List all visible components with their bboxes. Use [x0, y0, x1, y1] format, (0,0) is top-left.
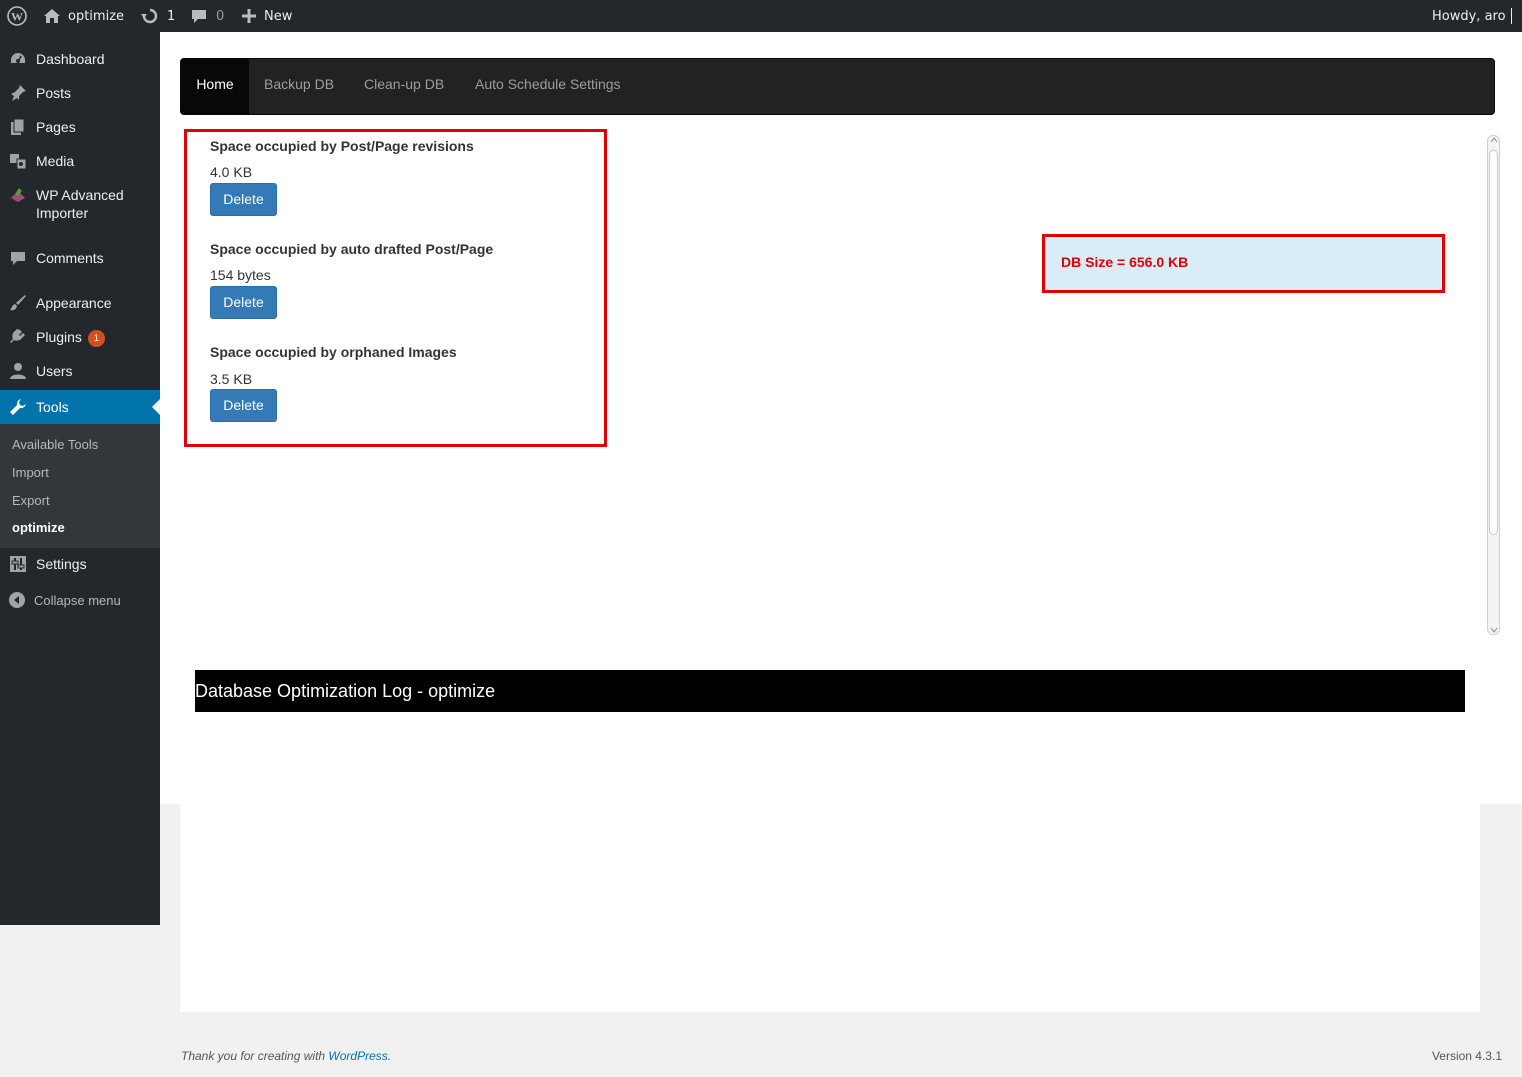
scroll-up-icon [1490, 137, 1498, 143]
wordpress-link[interactable]: WordPress [328, 1049, 387, 1063]
sidebar-item-appearance[interactable]: Appearance [0, 294, 160, 316]
orphaned-images-size: 3.5 KB [210, 371, 253, 387]
delete-orphaned-images-button[interactable]: Delete [210, 389, 277, 422]
wrench-icon [10, 399, 26, 415]
optimization-log-title: Database Optimization Log - optimize [195, 670, 1465, 712]
avatar [1510, 8, 1512, 24]
sidebar-item-label: Pages [36, 119, 76, 135]
site-name: optimize [68, 8, 125, 24]
sidebar-item-label: Comments [36, 250, 104, 266]
admin-bar: W optimize 1 0 New Howdy, aro [0, 0, 1522, 32]
media-icon [10, 154, 27, 170]
sidebar-item-label: Media [36, 153, 75, 169]
pin-icon [11, 85, 26, 101]
pages-icon [11, 118, 25, 135]
sidebar-item-label: Settings [36, 556, 87, 572]
dashboard-icon [11, 53, 25, 63]
submenu-available-tools[interactable]: Available Tools [12, 437, 98, 452]
sidebar-item-settings[interactable]: Settings [0, 555, 160, 577]
scrollbar-thumb[interactable] [1489, 150, 1498, 535]
sidebar-item-wp-advanced-importer[interactable]: WP Advanced Importer [0, 186, 160, 226]
sidebar-item-label: Tools [36, 399, 69, 415]
updates-icon [141, 8, 158, 24]
sidebar-item-label: Posts [36, 85, 72, 101]
orphaned-images-title: Space occupied by orphaned Images [210, 344, 457, 360]
footer-thanks: Thank you for creating with WordPress. [181, 1049, 391, 1063]
delete-revisions-button[interactable]: Delete [210, 183, 277, 216]
comments-count: 0 [216, 8, 225, 24]
delete-auto-drafts-button[interactable]: Delete [210, 286, 277, 319]
db-size-text: DB Size = 656.0 KB [1061, 254, 1189, 270]
sidebar-item-tools[interactable]: Tools [0, 390, 160, 424]
sidebar-item-media[interactable]: Media [0, 152, 160, 174]
sidebar-item-plugins[interactable]: Plugins 1 [0, 328, 160, 350]
updates-link[interactable]: 1 [141, 0, 175, 32]
admin-sidebar: Dashboard Posts Pages Media WP Advanced I… [0, 32, 160, 925]
collapse-menu-button[interactable]: Collapse menu [0, 592, 160, 612]
tab-auto-schedule-settings[interactable]: Auto Schedule Settings [475, 59, 621, 114]
submenu-export[interactable]: Export [12, 493, 50, 508]
revisions-title: Space occupied by Post/Page revisions [210, 138, 474, 154]
sidebar-item-users[interactable]: Users [0, 362, 160, 384]
plugins-update-badge: 1 [87, 329, 105, 347]
plugin-icon [10, 329, 25, 343]
sidebar-item-label-line1: WP Advanced [36, 187, 124, 203]
sidebar-item-label: Appearance [36, 295, 112, 311]
auto-drafts-size: 154 bytes [210, 267, 271, 283]
submenu-import[interactable]: Import [12, 465, 49, 480]
sidebar-item-label: Plugins 1 [36, 328, 105, 347]
sidebar-item-label-text: Plugins [36, 329, 82, 345]
user-icon [10, 363, 26, 379]
db-size-box: DB Size = 656.0 KB [1042, 234, 1445, 293]
sidebar-item-label: Collapse menu [34, 593, 121, 608]
auto-drafts-title: Space occupied by auto drafted Post/Page [210, 241, 494, 257]
sidebar-item-label: Dashboard [36, 51, 105, 67]
wordpress-logo-icon[interactable]: W [7, 0, 27, 32]
sidebar-item-posts[interactable]: Posts [0, 84, 160, 106]
revisions-size: 4.0 KB [210, 164, 253, 180]
home-icon [44, 9, 60, 23]
comment-icon [11, 252, 25, 265]
tab-home[interactable]: Home [181, 59, 249, 114]
plugin-navbar: Home Backup DB Clean-up DB Auto Schedule… [180, 58, 1495, 115]
new-content-link[interactable]: New [242, 0, 292, 32]
submenu-optimize[interactable]: optimize [12, 520, 65, 535]
sidebar-item-label: WP Advanced Importer [36, 186, 124, 222]
sidebar-item-label-line2: Importer [36, 205, 89, 221]
howdy-text: Howdy, aro [1432, 8, 1506, 24]
current-menu-arrow-icon [152, 399, 160, 415]
plus-icon [242, 9, 256, 23]
svg-text:W: W [11, 10, 23, 24]
sidebar-item-comments[interactable]: Comments [0, 249, 160, 271]
sidebar-item-label: Users [36, 363, 73, 379]
my-account-link[interactable]: Howdy, aro [1432, 0, 1512, 32]
footer-thanks-text: Thank you for creating with [181, 1049, 329, 1063]
comments-link[interactable]: 0 [191, 0, 224, 32]
tab-clean-up-db[interactable]: Clean-up DB [364, 59, 444, 114]
importer-icon [11, 188, 25, 202]
site-name-link[interactable]: optimize [43, 0, 124, 32]
sidebar-item-dashboard[interactable]: Dashboard [0, 50, 160, 72]
footer-period: . [387, 1049, 392, 1063]
collapse-icon [9, 592, 25, 608]
tab-backup-db[interactable]: Backup DB [264, 59, 334, 114]
sidebar-item-pages[interactable]: Pages [0, 118, 160, 140]
updates-count: 1 [167, 8, 176, 24]
iframe-scrollbar[interactable] [1487, 135, 1500, 635]
footer-version: Version 4.3.1 [1431, 1049, 1502, 1063]
comment-bubble-icon [192, 10, 206, 23]
new-label: New [264, 8, 293, 24]
scroll-down-icon [1490, 627, 1498, 633]
brush-icon [10, 295, 26, 311]
content-area-lower [180, 804, 1480, 1012]
settings-icon [10, 556, 26, 572]
